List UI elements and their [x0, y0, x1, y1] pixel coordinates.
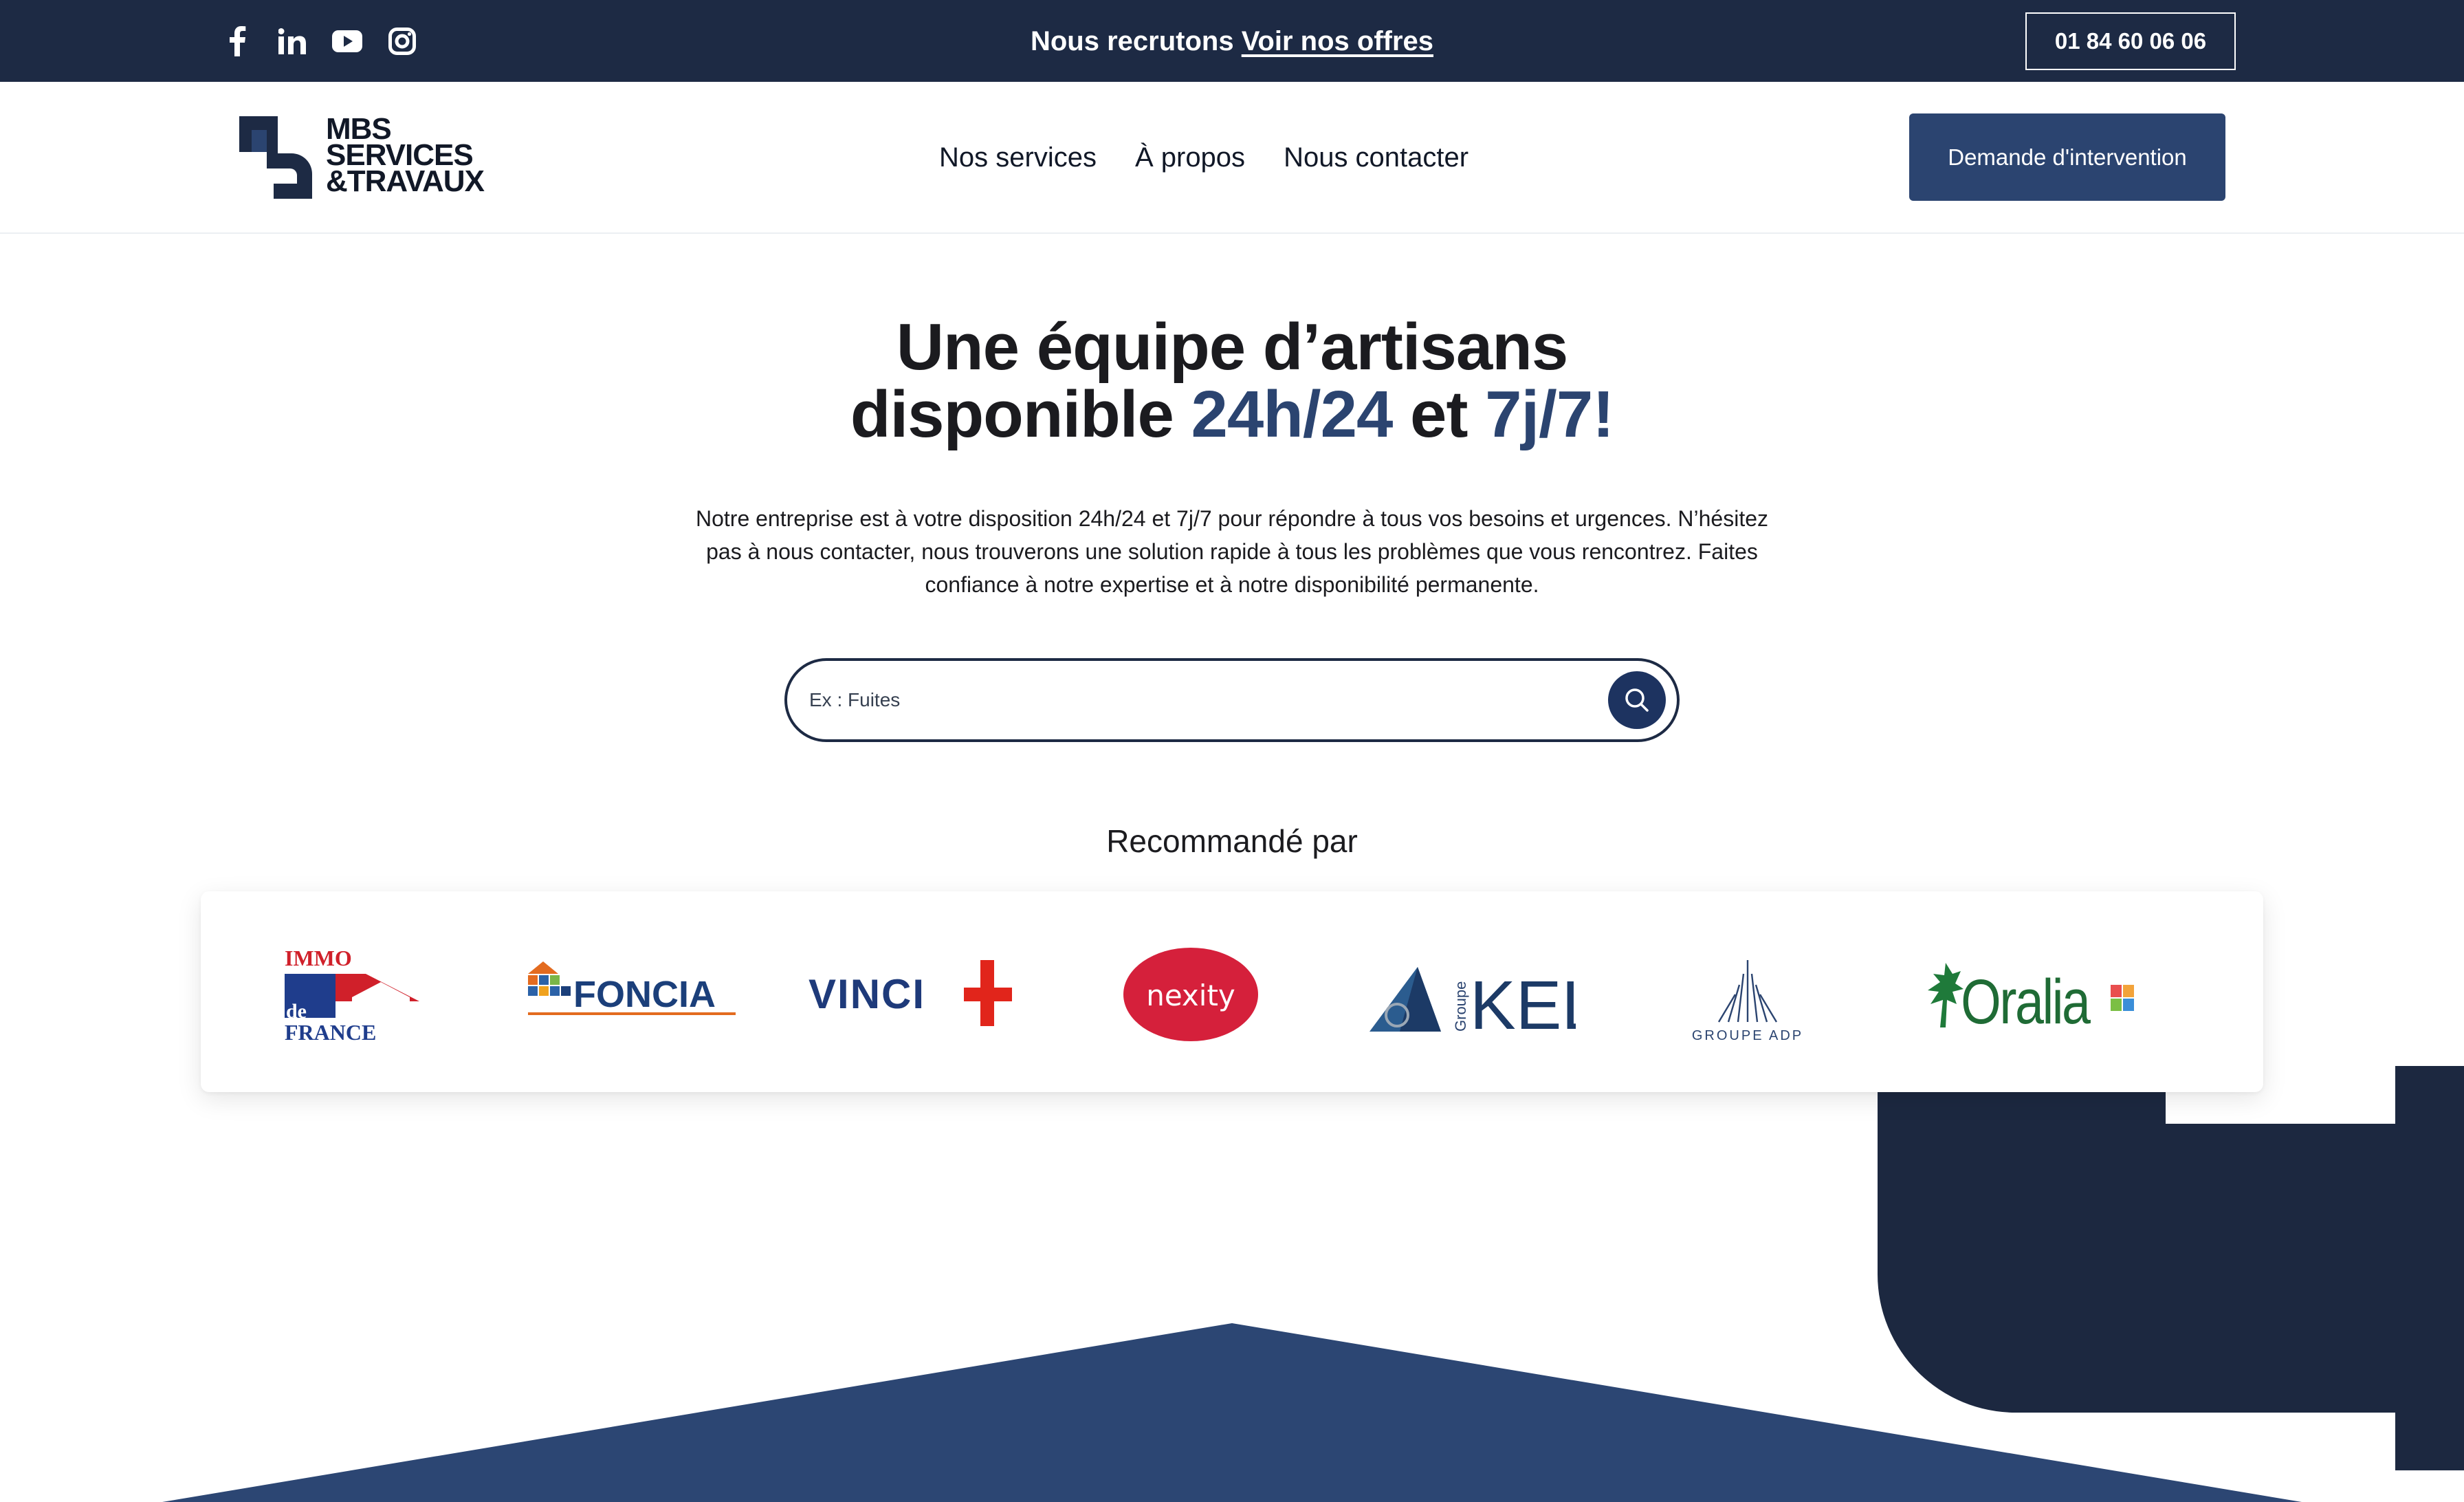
partner-logo-vinci: VINCI — [808, 960, 1012, 1026]
partner-text: VINCI — [808, 971, 925, 1017]
partner-text: FRANCE — [285, 1020, 376, 1043]
partner-text: Oralia — [1961, 966, 2091, 1037]
partner-logo-groupe-adp: GROUPE ADP — [1692, 960, 1803, 1043]
partner-logo-oralia: Oralia — [1928, 963, 2134, 1037]
partner-logo-groupe-kel: Groupe KEL — [1370, 967, 1576, 1043]
decorative-pipe-shape — [1878, 1066, 2464, 1470]
partner-logo-foncia: FONCIA — [528, 961, 736, 1015]
partner-logo-immo-de-france: IMMO de FRANCE — [285, 946, 419, 1043]
partner-text: KEL — [1470, 967, 1576, 1043]
partner-logos-strip: IMMO de FRANCE FONCIA VINCI nexity Group… — [201, 891, 2263, 1092]
partner-logo-nexity: nexity — [1123, 948, 1258, 1041]
partner-text: IMMO — [285, 946, 352, 970]
decorative-shapes — [162, 1066, 2464, 1502]
partner-text: GROUPE ADP — [1692, 1028, 1803, 1043]
partner-text: Groupe — [1452, 981, 1469, 1032]
partner-text: FONCIA — [573, 974, 716, 1015]
partner-text: nexity — [1146, 979, 1235, 1012]
